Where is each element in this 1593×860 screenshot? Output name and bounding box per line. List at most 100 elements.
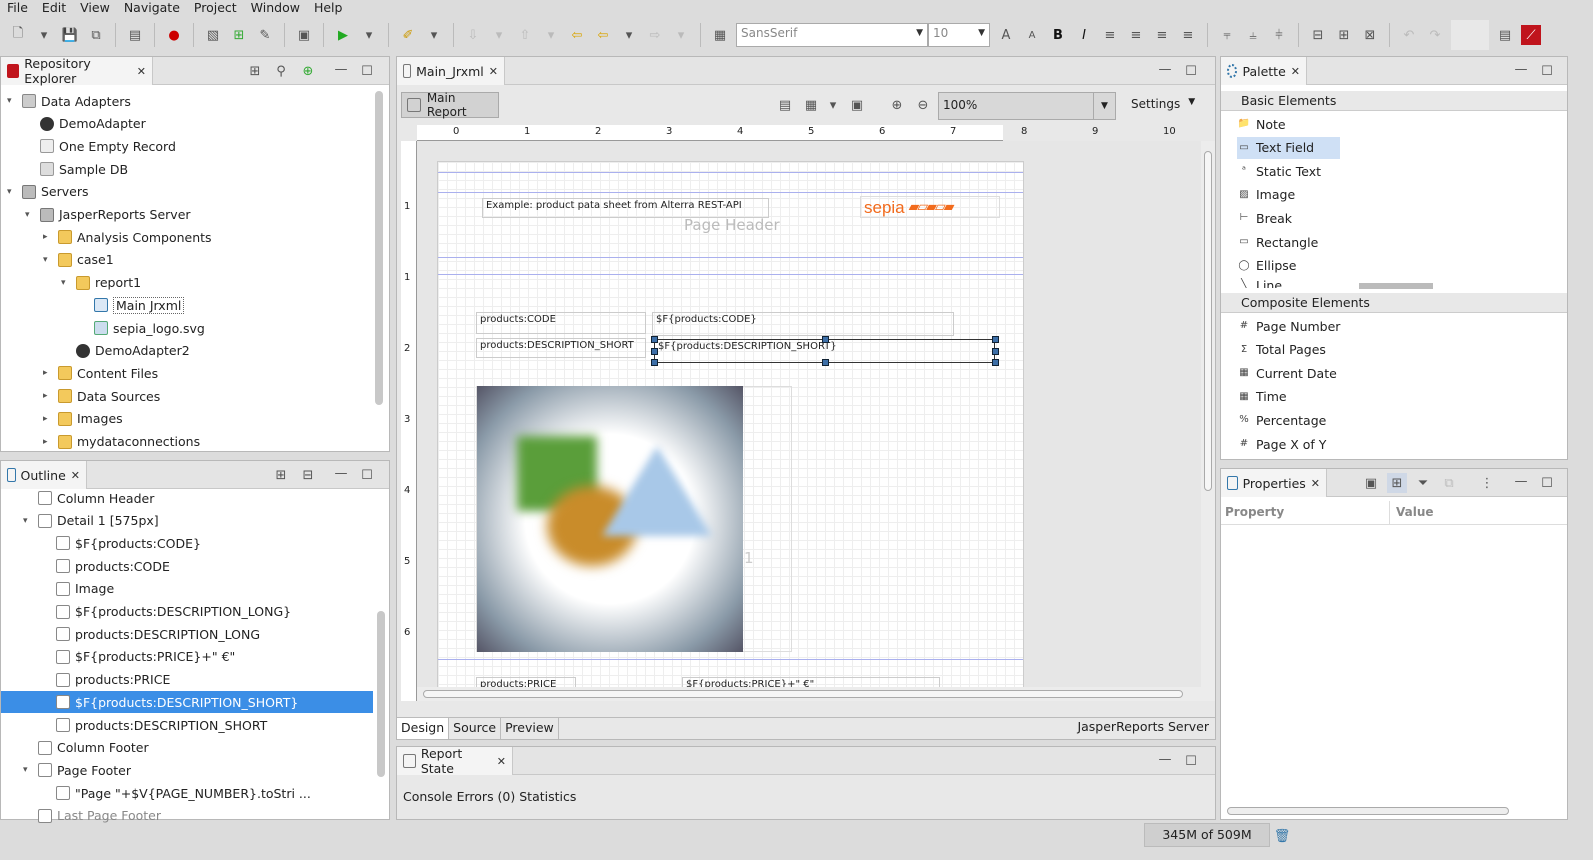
- palette-item-page-number[interactable]: # Page Number: [1237, 315, 1341, 337]
- undo-icon[interactable]: ↶: [1399, 25, 1419, 45]
- outline-item[interactable]: ▾ Page Footer: [1, 759, 373, 781]
- minimize-icon[interactable]: —: [1511, 471, 1531, 491]
- tree-item[interactable]: ▾ Data Adapters: [7, 90, 131, 112]
- view-menu-icon[interactable]: ⋮: [1477, 473, 1497, 493]
- menu-help[interactable]: Help: [307, 0, 350, 17]
- tree-item[interactable]: sepia_logo.svg: [79, 317, 205, 339]
- run-icon[interactable]: ▶: [333, 25, 353, 45]
- title-static-text[interactable]: Example: product pata sheet from Alterra…: [482, 198, 769, 218]
- outline-item[interactable]: $F{products:CODE}: [1, 532, 373, 554]
- expand-toggle-icon[interactable]: ▾: [25, 210, 35, 220]
- outline-item[interactable]: Column Header: [1, 487, 373, 509]
- close-icon[interactable]: ✕: [1291, 65, 1300, 78]
- prev-annotation-icon[interactable]: ⇧: [515, 25, 535, 45]
- tree-icon[interactable]: ⊞: [271, 465, 291, 485]
- close-icon[interactable]: ✕: [71, 469, 80, 482]
- tree-item[interactable]: ▾ case1: [43, 249, 114, 271]
- dropdown-icon[interactable]: ▾: [671, 25, 691, 45]
- palette-item-page-x-of-y[interactable]: # Page X of Y: [1237, 433, 1327, 455]
- outline-item[interactable]: products:DESCRIPTION_SHORT: [1, 714, 373, 736]
- close-icon[interactable]: ✕: [497, 755, 506, 768]
- tab-preview[interactable]: Preview: [501, 718, 559, 739]
- italic-button[interactable]: I: [1074, 25, 1094, 45]
- tree-item[interactable]: ▾ Servers: [7, 181, 89, 203]
- palette-item-time[interactable]: ▦ Time: [1237, 386, 1286, 408]
- maximize-icon[interactable]: ☐: [1537, 473, 1557, 493]
- new-property-icon[interactable]: ▣: [1361, 473, 1381, 493]
- menu-edit[interactable]: Edit: [35, 0, 73, 17]
- outline-item[interactable]: products:DESCRIPTION_LONG: [1, 623, 373, 645]
- tree-item[interactable]: Sample DB: [25, 158, 128, 180]
- dropdown-icon[interactable]: ▾: [823, 95, 843, 115]
- copy-icon[interactable]: ⧉: [1439, 473, 1459, 493]
- outline-item[interactable]: $F{products:PRICE}+" €": [1, 646, 373, 668]
- report-state-summary[interactable]: Console Errors (0) Statistics: [403, 789, 576, 804]
- expand-toggle-icon[interactable]: ▾: [23, 516, 33, 526]
- redo-icon[interactable]: ↷: [1425, 25, 1445, 45]
- tab-source[interactable]: Source: [449, 718, 502, 739]
- close-icon[interactable]: ✕: [137, 65, 146, 78]
- image-placeholder[interactable]: [477, 386, 743, 652]
- tree-item[interactable]: ▸ Images: [43, 408, 123, 430]
- next-annotation-icon[interactable]: ⇩: [463, 25, 483, 45]
- expand-toggle-icon[interactable]: ▸: [43, 232, 53, 242]
- scrollbar[interactable]: [375, 91, 383, 405]
- tree-item[interactable]: Main Jrxml: [79, 294, 185, 316]
- debug-icon[interactable]: ●: [164, 25, 184, 45]
- palette-item-total-pages[interactable]: Σ Total Pages: [1237, 339, 1326, 361]
- garbage-collect-icon[interactable]: 🗑: [1272, 826, 1292, 846]
- new-adapter-icon[interactable]: ⊞: [245, 61, 265, 81]
- link-icon[interactable]: ⚲: [271, 61, 291, 81]
- menu-navigate[interactable]: Navigate: [117, 0, 187, 17]
- close-icon[interactable]: ✕: [489, 65, 498, 78]
- new-icon[interactable]: 🗋: [8, 25, 28, 45]
- minimize-icon[interactable]: —: [1511, 59, 1531, 79]
- close-icon[interactable]: ✕: [1311, 477, 1320, 490]
- align-center-icon[interactable]: ≡: [1126, 25, 1146, 45]
- palette-item-rectangle[interactable]: ▭ Rectangle: [1237, 231, 1318, 253]
- align-middle-icon[interactable]: ⫨: [1243, 25, 1263, 45]
- palette-item-line[interactable]: ╲ Line: [1237, 278, 1282, 288]
- palette-item-percentage[interactable]: % Percentage: [1237, 409, 1326, 431]
- tree-item[interactable]: ▸ Data Sources: [43, 385, 160, 407]
- expand-toggle-icon[interactable]: ▸: [43, 368, 53, 378]
- tree-item[interactable]: ▸ Analysis Components: [43, 226, 212, 248]
- tab-repository-explorer[interactable]: Repository Explorer ✕: [1, 56, 153, 86]
- jaspersoft-perspective-icon[interactable]: ⟋: [1521, 25, 1541, 45]
- align-bottom-icon[interactable]: ⫩: [1269, 25, 1289, 45]
- zoom-select[interactable]: 100% ▼: [938, 92, 1116, 120]
- new-adapter-icon[interactable]: ⊞: [229, 25, 249, 45]
- tab-main-jrxml[interactable]: Main_Jrxml ✕: [397, 57, 505, 85]
- design-canvas[interactable]: Example: product pata sheet from Alterra…: [417, 141, 1201, 701]
- minimize-icon[interactable]: —: [331, 463, 351, 483]
- compile-icon[interactable]: ▤: [125, 25, 145, 45]
- bold-button[interactable]: B: [1048, 25, 1068, 45]
- palette-item-image[interactable]: ▨ Image: [1237, 184, 1295, 206]
- filter-icon[interactable]: ⏷: [1413, 473, 1433, 493]
- maximize-icon[interactable]: ☐: [1181, 61, 1201, 81]
- menu-window[interactable]: Window: [244, 0, 307, 17]
- desc-short-static-text[interactable]: products:DESCRIPTION_SHORT: [476, 338, 646, 358]
- shrink-font-button[interactable]: A: [1022, 25, 1042, 45]
- edit-icon[interactable]: ✎: [255, 25, 275, 45]
- new-report-icon[interactable]: ▧: [203, 25, 223, 45]
- outline-item[interactable]: $F{products:DESCRIPTION_SHORT}: [1, 691, 373, 714]
- maximize-icon[interactable]: ☐: [1537, 61, 1557, 81]
- expand-toggle-icon[interactable]: ▸: [43, 437, 53, 447]
- collapse-icon[interactable]: ⊟: [298, 465, 318, 485]
- tab-palette[interactable]: Palette ✕: [1221, 57, 1307, 85]
- dropdown-icon[interactable]: ▾: [424, 25, 444, 45]
- tab-design[interactable]: Design: [397, 718, 450, 739]
- grow-font-button[interactable]: A: [996, 25, 1016, 45]
- palette-item-break[interactable]: ⊢ Break: [1237, 207, 1292, 229]
- outline-item[interactable]: $F{products:DESCRIPTION_LONG}: [1, 601, 373, 623]
- code-static-text[interactable]: products:CODE: [476, 312, 646, 334]
- main-report-button[interactable]: Main Report: [401, 91, 499, 119]
- outline-item[interactable]: Column Footer: [1, 737, 373, 759]
- vertical-scrollbar[interactable]: [1201, 141, 1215, 701]
- zoom-out-icon[interactable]: ⊖: [913, 95, 933, 115]
- expand-toggle-icon[interactable]: ▾: [7, 187, 17, 197]
- scrollbar[interactable]: [377, 611, 385, 777]
- maximize-icon[interactable]: ☐: [1181, 751, 1201, 771]
- dropdown-icon[interactable]: ▾: [359, 25, 379, 45]
